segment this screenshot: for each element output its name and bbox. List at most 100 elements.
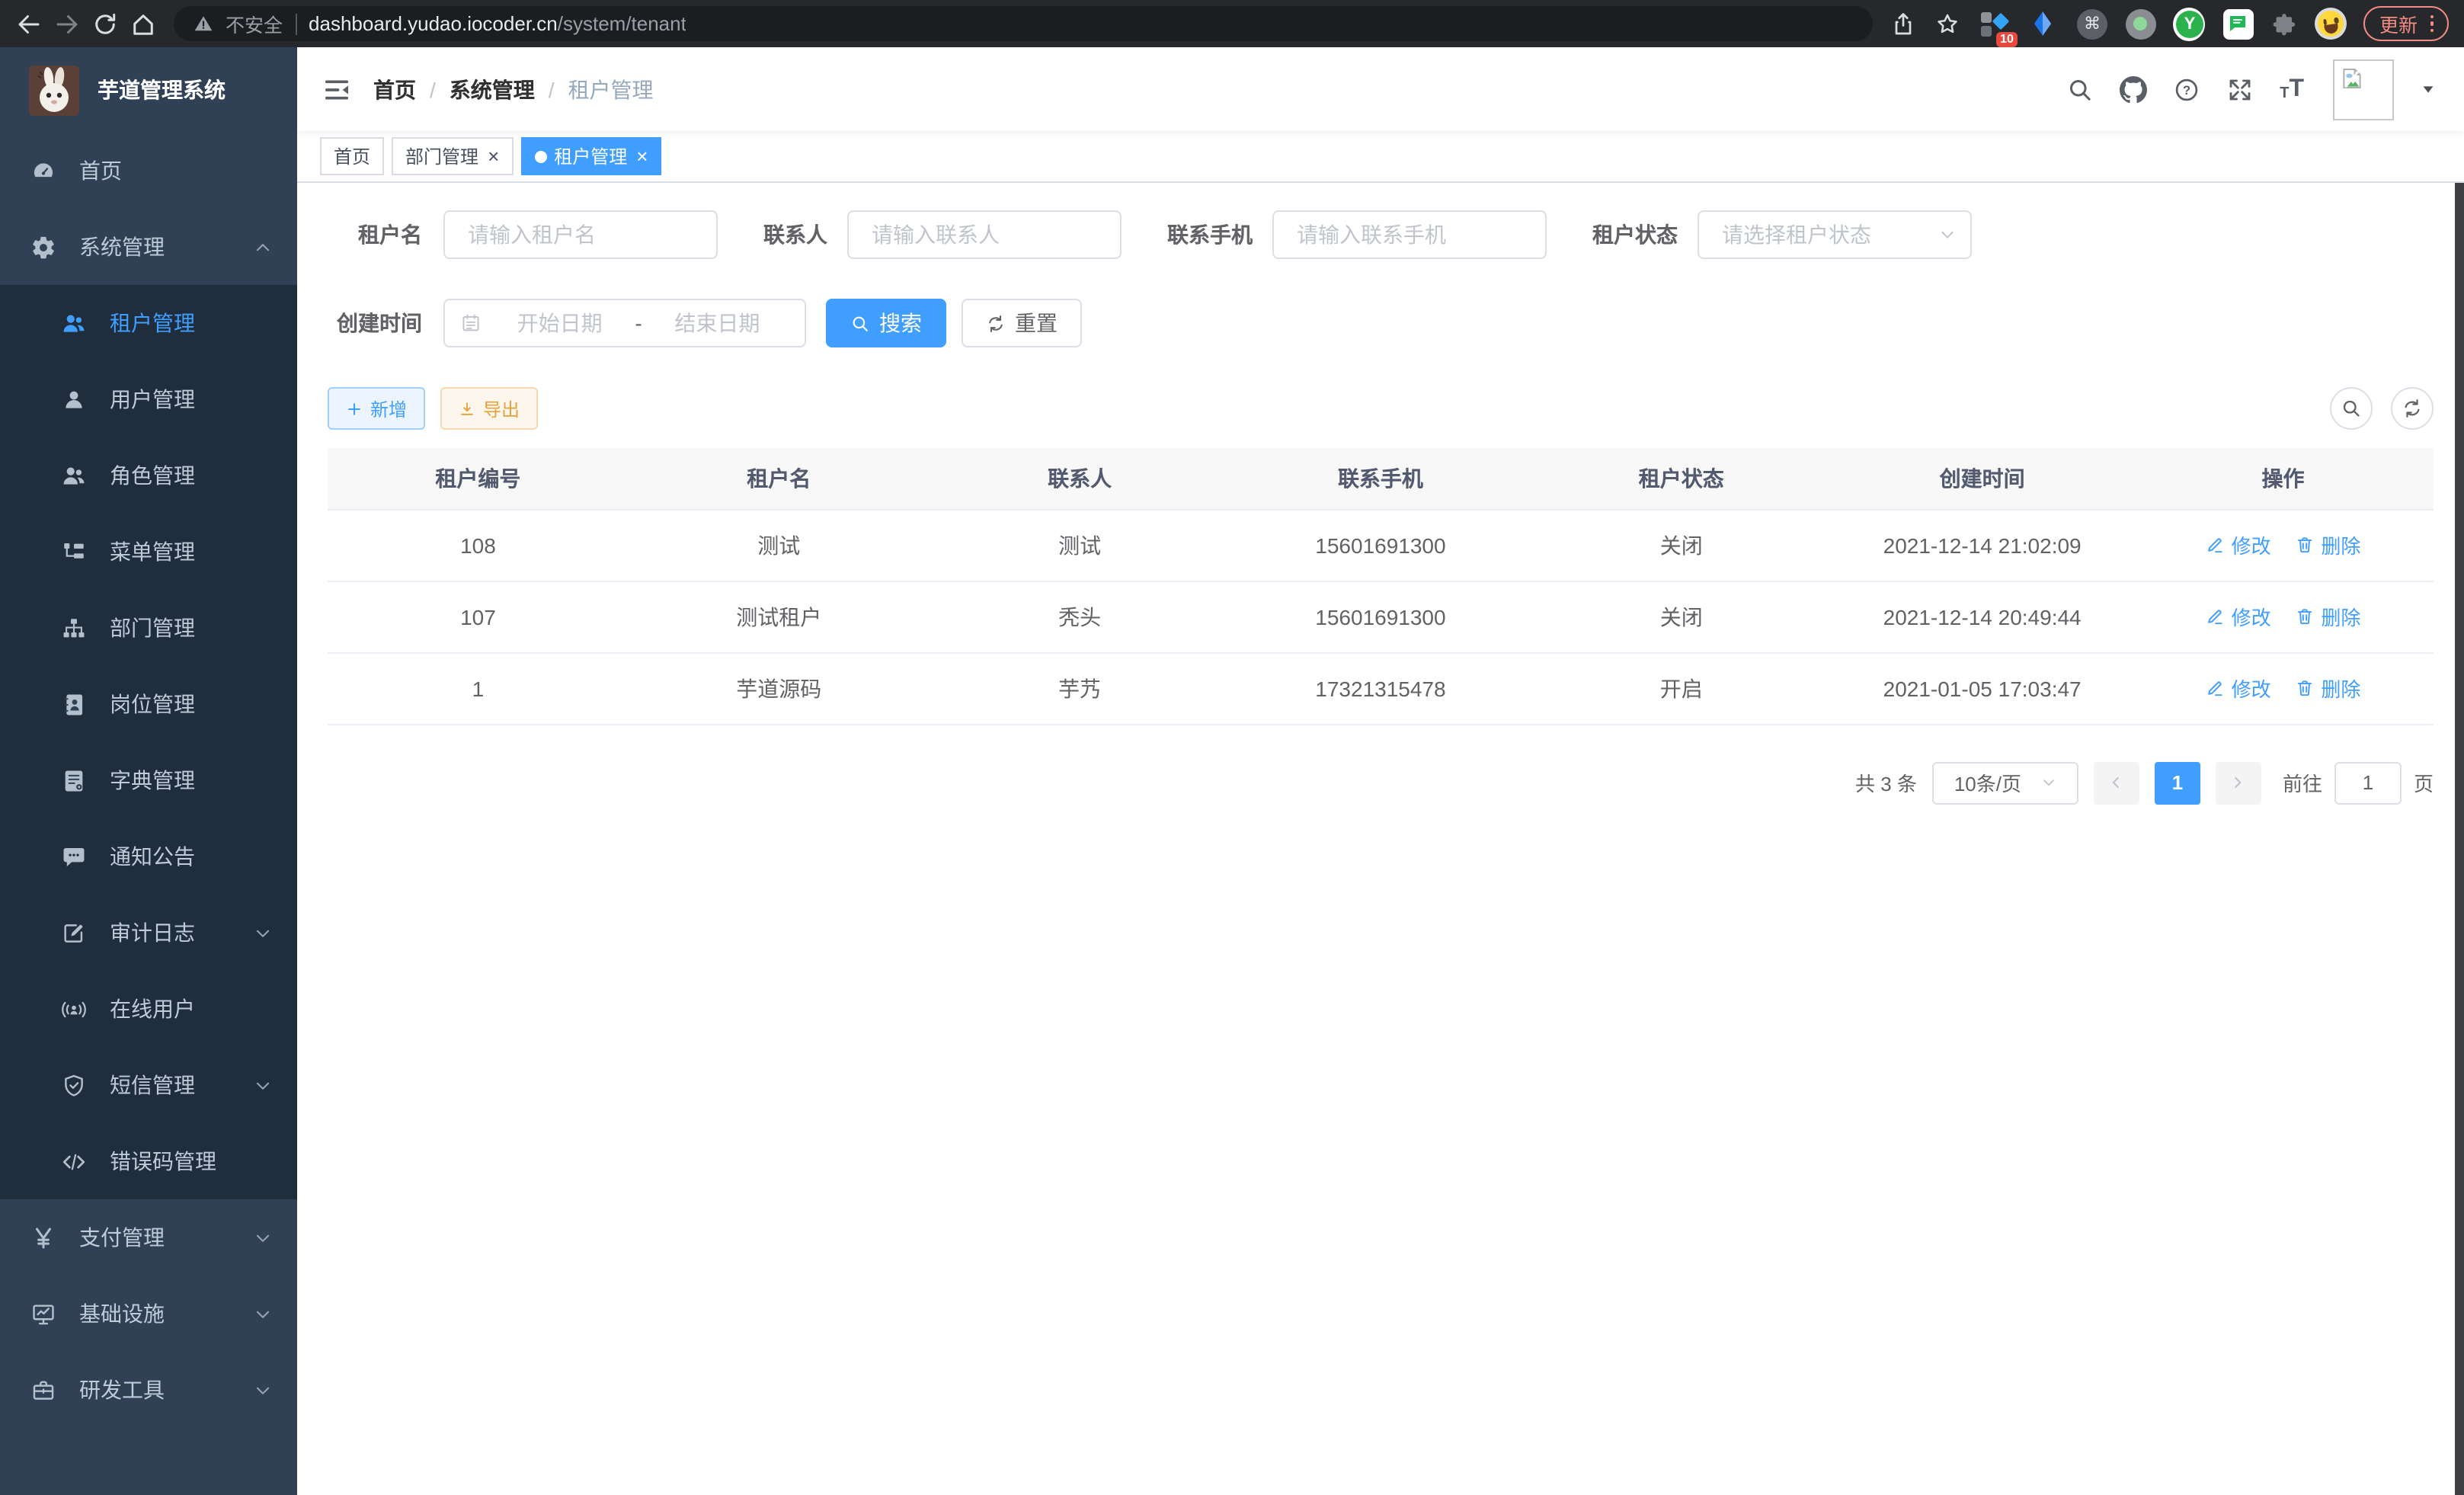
extension-green-dot-icon[interactable]	[2125, 8, 2157, 40]
gear-icon	[30, 234, 56, 260]
status-label: 租户状态	[1592, 219, 1678, 250]
sidebar-item-department-management[interactable]: 部门管理	[0, 590, 297, 666]
sidebar-item-label: 菜单管理	[110, 536, 195, 567]
browser-menu-dots-icon[interactable]	[2430, 15, 2434, 33]
create-time-label: 创建时间	[328, 308, 422, 338]
user-avatar[interactable]	[2333, 59, 2394, 120]
extension-command-icon[interactable]: ⌘	[2076, 8, 2108, 40]
browser-update-button[interactable]: 更新	[2364, 6, 2449, 41]
sidebar-item-home[interactable]: 首页	[0, 133, 297, 209]
chevron-down-icon	[1938, 226, 1957, 244]
breadcrumb-separator: /	[549, 77, 555, 101]
github-icon[interactable]	[2120, 75, 2147, 103]
error-code-icon	[61, 1148, 87, 1174]
breadcrumb-item-home[interactable]: 首页	[373, 74, 416, 104]
sidebar-item-sms-management[interactable]: 短信管理	[0, 1047, 297, 1123]
search-icon	[2341, 398, 2362, 419]
edit-icon	[2206, 607, 2226, 626]
column-header-actions: 操作	[2133, 448, 2434, 509]
extension-y-logo-icon[interactable]: Y	[2174, 8, 2206, 40]
sidebar-logo-row[interactable]: 芋道管理系统	[0, 47, 297, 133]
tenant-name-input[interactable]	[443, 210, 718, 259]
close-icon[interactable]: ×	[636, 146, 648, 166]
search-button[interactable]: 搜索	[826, 299, 946, 347]
page-number-button[interactable]: 1	[2155, 761, 2200, 804]
prev-page-button[interactable]	[2094, 761, 2139, 804]
date-separator: -	[632, 311, 645, 335]
tab-tenant-management[interactable]: 租户管理 ×	[520, 137, 661, 175]
show-search-button[interactable]	[2330, 387, 2373, 430]
status-select[interactable]: 请选择租户状态	[1698, 210, 1972, 259]
browser-forward-icon[interactable]	[53, 10, 81, 37]
sidebar-item-post-management[interactable]: 岗位管理	[0, 666, 297, 742]
sidebar-item-label: 字典管理	[110, 765, 195, 796]
refresh-table-button[interactable]	[2391, 387, 2434, 430]
delete-link[interactable]: 删除	[2295, 530, 2360, 559]
help-icon[interactable]	[2173, 75, 2200, 103]
sidebar-item-label: 部门管理	[110, 613, 195, 643]
cell-status: 关闭	[1531, 581, 1832, 652]
filter-tenant-name: 租户名	[328, 210, 718, 259]
export-button[interactable]: 导出	[440, 387, 538, 430]
mobile-input[interactable]	[1272, 210, 1547, 259]
scrollbar[interactable]	[2455, 47, 2464, 1495]
breadcrumb-item-system[interactable]: 系统管理	[450, 74, 535, 104]
sidebar-item-infrastructure[interactable]: 基础设施	[0, 1276, 297, 1352]
next-page-button[interactable]	[2216, 761, 2261, 804]
browser-reload-icon[interactable]	[91, 10, 119, 37]
bookmark-star-icon[interactable]	[1934, 10, 1962, 37]
end-date-placeholder: 结束日期	[645, 308, 789, 338]
goto-prefix: 前往	[2283, 768, 2322, 797]
contact-input[interactable]	[847, 210, 1122, 259]
sidebar-item-online-users[interactable]: 在线用户	[0, 971, 297, 1047]
sidebar-item-tenant-management[interactable]: 租户管理	[0, 285, 297, 361]
font-size-icon[interactable]: TT	[2280, 77, 2304, 101]
browser-back-icon[interactable]	[15, 10, 43, 37]
extensions-puzzle-icon[interactable]	[2271, 10, 2299, 37]
sidebar-item-dev-tools[interactable]: 研发工具	[0, 1352, 297, 1428]
tab-department-management[interactable]: 部门管理 ×	[392, 137, 513, 175]
close-icon[interactable]: ×	[488, 146, 499, 166]
tab-home[interactable]: 首页	[320, 137, 384, 175]
share-icon[interactable]	[1890, 10, 1918, 37]
date-range-picker[interactable]: 开始日期 - 结束日期	[443, 299, 806, 347]
extension-square-icon	[1982, 12, 1992, 23]
sidebar-toggle-icon[interactable]	[322, 74, 352, 104]
page-size-select[interactable]: 10条/页	[1932, 761, 2078, 804]
address-bar[interactable]: 不安全 dashboard.yudao.iocoder.cn/system/te…	[174, 6, 1874, 41]
delete-link[interactable]: 删除	[2295, 602, 2360, 631]
extension-kite-icon[interactable]	[2027, 8, 2059, 40]
breadcrumb: 首页 / 系统管理 / 租户管理	[373, 74, 654, 104]
browser-home-icon[interactable]	[130, 10, 157, 37]
sidebar-item-audit-log[interactable]: 审计日志	[0, 895, 297, 971]
extension-tabs-badge-icon[interactable]: 10	[1979, 8, 2011, 40]
profile-avatar-emoji-icon[interactable]	[2315, 8, 2347, 40]
search-icon[interactable]	[2066, 75, 2094, 103]
add-button[interactable]: 新增	[328, 387, 425, 430]
extension-badge: 10	[1995, 32, 2018, 47]
delete-link[interactable]: 删除	[2295, 674, 2360, 703]
sidebar-item-announcement[interactable]: 通知公告	[0, 818, 297, 895]
sidebar-item-user-management[interactable]: 用户管理	[0, 361, 297, 437]
fullscreen-icon[interactable]	[2226, 75, 2254, 103]
sidebar-item-label: 支付管理	[79, 1222, 165, 1253]
sidebar-item-dictionary-management[interactable]: 字典管理	[0, 742, 297, 818]
sidebar-item-menu-management[interactable]: 菜单管理	[0, 514, 297, 590]
edit-link[interactable]: 修改	[2206, 602, 2271, 631]
sidebar-item-error-code-management[interactable]: 错误码管理	[0, 1123, 297, 1199]
cell-tenant-name: 测试租户	[629, 581, 930, 652]
sidebar-item-system-management[interactable]: 系统管理	[0, 209, 297, 285]
edit-link[interactable]: 修改	[2206, 674, 2271, 703]
extension-chat-icon[interactable]	[2222, 8, 2254, 40]
sidebar-item-label: 岗位管理	[110, 689, 195, 719]
role-users-icon	[61, 463, 87, 488]
infrastructure-icon	[30, 1301, 56, 1327]
reset-button[interactable]: 重置	[962, 299, 1082, 347]
main-area: 首页 / 系统管理 / 租户管理 TT 首页	[297, 47, 2464, 1495]
goto-page-input[interactable]	[2334, 761, 2402, 804]
not-secure-warning-icon[interactable]	[194, 14, 213, 34]
avatar-caret-down-icon[interactable]	[2420, 81, 2437, 98]
edit-link[interactable]: 修改	[2206, 530, 2271, 559]
sidebar-item-payment-management[interactable]: 支付管理	[0, 1199, 297, 1276]
sidebar-item-role-management[interactable]: 角色管理	[0, 437, 297, 514]
